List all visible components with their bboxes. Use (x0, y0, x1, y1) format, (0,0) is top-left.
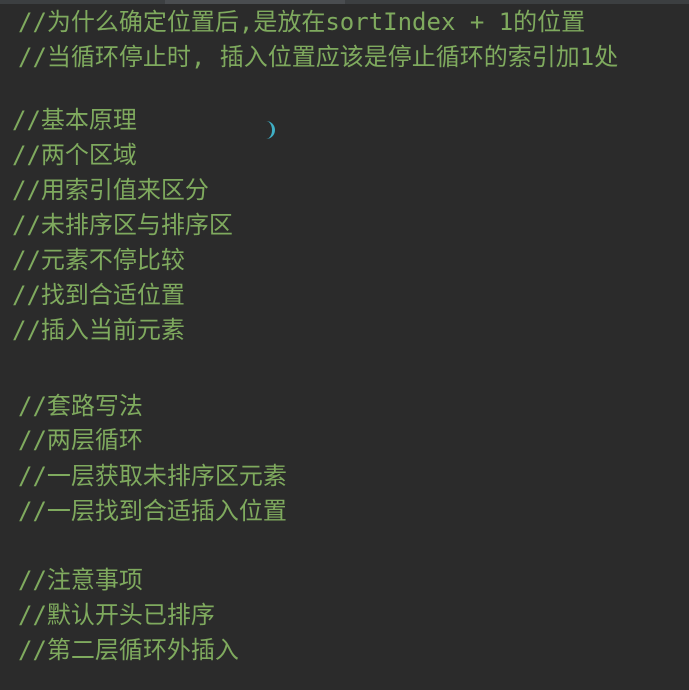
code-line-11[interactable]: //两层循环 (18, 423, 143, 457)
code-editor[interactable]: //为什么确定位置后,是放在sortIndex + 1的位置 //当循环停止时,… (0, 0, 689, 690)
code-line-16[interactable]: //第二层循环外插入 (18, 633, 239, 667)
text-cursor-icon (264, 121, 275, 139)
editor-tab[interactable] (165, 0, 345, 4)
code-line-10[interactable]: //套路写法 (18, 389, 143, 423)
code-line-6[interactable]: //未排序区与排序区 (12, 208, 233, 242)
code-line-4[interactable]: //两个区域 (12, 138, 137, 172)
code-line-5[interactable]: //用索引值来区分 (12, 173, 209, 207)
code-line-14[interactable]: //注意事项 (18, 563, 143, 597)
code-line-2[interactable]: //当循环停止时, 插入位置应该是停止循环的索引加1处 (18, 40, 618, 74)
code-line-15[interactable]: //默认开头已排序 (18, 598, 215, 632)
code-line-13[interactable]: //一层找到合适插入位置 (18, 494, 287, 528)
code-line-1[interactable]: //为什么确定位置后,是放在sortIndex + 1的位置 (18, 5, 585, 39)
code-line-9[interactable]: //插入当前元素 (12, 313, 185, 347)
editor-tab-strip (0, 0, 689, 4)
code-line-7[interactable]: //元素不停比较 (12, 243, 185, 277)
code-line-3[interactable]: //基本原理 (12, 103, 137, 137)
code-line-8[interactable]: //找到合适位置 (12, 278, 185, 312)
code-line-12[interactable]: //一层获取未排序区元素 (18, 459, 287, 493)
